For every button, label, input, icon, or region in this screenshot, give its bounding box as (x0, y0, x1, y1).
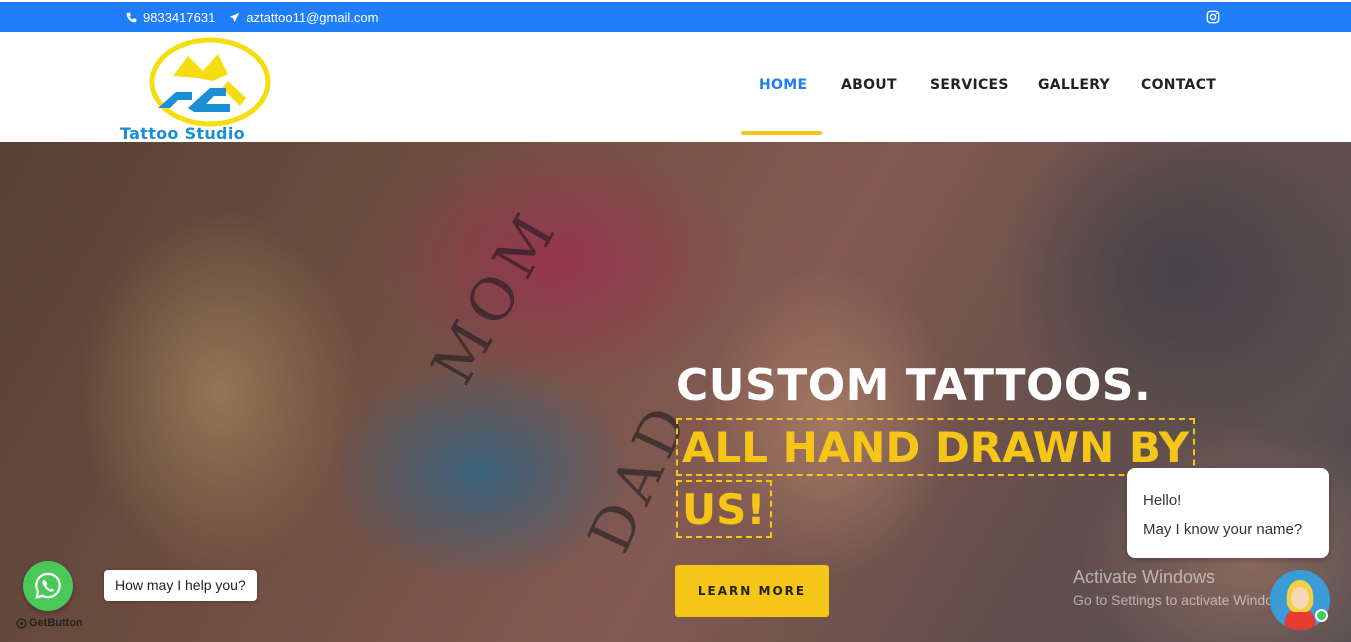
getbutton-branding[interactable]: GetButton (16, 617, 83, 629)
hero-subtitle-line1: ALL HAND DRAWN BY (676, 418, 1195, 476)
main-nav: HOME ABOUT SERVICES GALLERY CONTACT (0, 77, 1351, 97)
getbutton-logo-icon (16, 617, 27, 629)
nav-services[interactable]: SERVICES (930, 77, 1009, 93)
activate-subtitle: Go to Settings to activate Windows. (1073, 592, 1294, 608)
paper-plane-icon (230, 12, 240, 23)
nav-home[interactable]: HOME (759, 77, 807, 93)
email-address: aztattoo11@gmail.com (246, 10, 379, 25)
hero-section: MOM DAD CUSTOM TATTOOS. ALL HAND DRAWN B… (0, 142, 1351, 642)
active-nav-indicator (741, 131, 822, 135)
contact-info: 9833417631 aztattoo11@gmail.com (126, 10, 379, 25)
whatsapp-button[interactable] (23, 561, 73, 611)
email-link[interactable]: aztattoo11@gmail.com (229, 10, 379, 25)
activate-windows-watermark: Activate Windows Go to Settings to activ… (1073, 567, 1294, 608)
top-bar: 9833417631 aztattoo11@gmail.com (0, 2, 1351, 32)
phone-number: 9833417631 (143, 10, 216, 25)
whatsapp-icon (35, 572, 61, 599)
phone-icon (126, 12, 137, 23)
activate-title: Activate Windows (1073, 567, 1216, 587)
phone-link[interactable]: 9833417631 (126, 10, 215, 25)
nav-about[interactable]: ABOUT (841, 77, 897, 93)
site-header: Tattoo Studio HOME ABOUT SERVICES GALLER… (0, 32, 1351, 143)
learn-more-button[interactable]: LEARN MORE (675, 565, 829, 617)
chat-line-hello: Hello! (1143, 492, 1182, 509)
hero-title: CUSTOM TATTOOS. (676, 360, 1152, 411)
getbutton-label: GetButton (29, 617, 83, 629)
whatsapp-tooltip: How may I help you? (104, 570, 257, 601)
nav-contact[interactable]: CONTACT (1141, 77, 1216, 93)
online-status-dot (1315, 609, 1328, 622)
instagram-icon[interactable] (1206, 10, 1220, 24)
chat-greeting-bubble[interactable]: Hello! May I know your name? (1127, 468, 1329, 558)
chat-line-name: May I know your name? (1143, 521, 1303, 538)
nav-gallery[interactable]: GALLERY (1038, 77, 1110, 93)
logo-text: Tattoo Studio (120, 124, 245, 143)
hero-subtitle-line2: US! (676, 480, 772, 538)
